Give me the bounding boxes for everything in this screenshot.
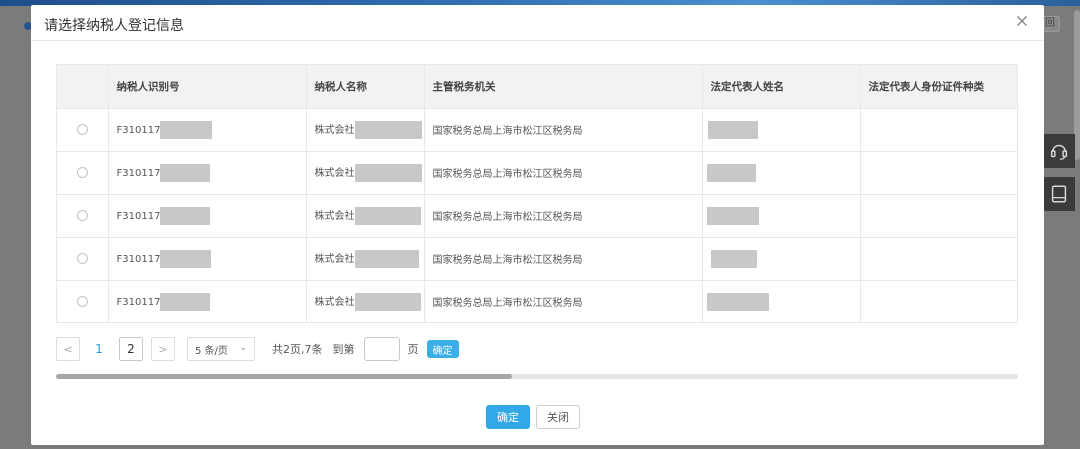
support-tool[interactable]: [1043, 134, 1075, 168]
row-radio[interactable]: [76, 209, 88, 221]
page-2[interactable]: 2: [119, 337, 143, 361]
legal-rep-cell: [702, 280, 861, 322]
tax-id-text: F310117: [116, 210, 161, 222]
name-text: 株式会社: [314, 167, 355, 179]
legal-rep-cell: [702, 237, 861, 281]
book-icon: [1051, 185, 1067, 203]
id-type-cell: [860, 280, 1017, 322]
page-size-value: 5 条/页: [195, 345, 228, 357]
table-row[interactable]: F310117 株式会社 国家税务总局上海市松江区税务局: [57, 151, 1017, 195]
row-radio[interactable]: [76, 123, 88, 135]
goto-label: 到第: [332, 343, 355, 356]
page-1[interactable]: 1: [87, 337, 111, 361]
table-row[interactable]: F310117 株式会社 国家税务总局上海市松江区税务局: [57, 194, 1017, 238]
authority-cell: 国家税务总局上海市松江区税务局: [424, 280, 703, 322]
name-cell: 株式会社: [306, 194, 425, 238]
legal-rep-cell: [702, 108, 861, 152]
table-row[interactable]: F310117 株式会社 国家税务总局上海市松江区税务局: [57, 108, 1017, 152]
chevron-down-icon: ⌄: [239, 343, 247, 353]
tax-id-cell: F310117: [108, 108, 307, 152]
goto-page-input[interactable]: [363, 337, 400, 361]
close-icon[interactable]: [1014, 13, 1030, 29]
tax-id-text: F310117: [116, 296, 161, 308]
confirm-button[interactable]: 确定: [486, 405, 530, 429]
redaction-mask: [710, 249, 757, 268]
redaction-mask: [354, 163, 422, 182]
tax-id-cell: F310117: [108, 280, 307, 322]
column-header-tax-id: 纳税人识别号: [108, 65, 307, 109]
id-type-cell: [860, 237, 1017, 281]
redaction-mask: [160, 120, 213, 139]
redaction-mask: [160, 206, 211, 225]
redaction-mask: [160, 249, 212, 268]
name-cell: 株式会社: [306, 151, 425, 195]
goto-confirm-button[interactable]: 确定: [426, 340, 459, 358]
id-type-cell: [860, 151, 1017, 195]
authority-cell: 国家税务总局上海市松江区税务局: [424, 194, 703, 238]
redaction-mask: [354, 249, 419, 268]
redaction-mask: [354, 120, 422, 139]
name-cell: 株式会社: [306, 237, 425, 281]
legal-rep-cell: [702, 151, 861, 195]
pagination-summary: 共2页,7条: [272, 343, 323, 356]
column-header-legal-rep: 法定代表人姓名: [702, 65, 861, 109]
table-horizontal-scrollbar[interactable]: [56, 374, 1018, 379]
tax-id-text: F310117: [116, 253, 161, 265]
table-row[interactable]: F310117 株式会社 国家税务总局上海市松江区税务局: [57, 280, 1017, 322]
row-select-cell[interactable]: [57, 237, 109, 281]
redaction-mask: [160, 163, 211, 182]
tax-id-text: F310117: [116, 167, 161, 179]
row-select-cell[interactable]: [57, 108, 109, 152]
page-size-select[interactable]: 5 条/页 ⌄: [187, 337, 255, 361]
name-cell: 株式会社: [306, 108, 425, 152]
row-select-cell[interactable]: [57, 280, 109, 322]
redaction-mask: [707, 120, 758, 139]
manual-tool[interactable]: [1043, 177, 1075, 211]
column-header-id-type: 法定代表人身份证件种类: [860, 65, 1017, 109]
row-select-cell[interactable]: [57, 194, 109, 238]
tax-id-cell: F310117: [108, 237, 307, 281]
legal-rep-cell: [702, 194, 861, 238]
authority-cell: 国家税务总局上海市松江区税务局: [424, 108, 703, 152]
name-text: 株式会社: [314, 253, 355, 265]
page-unit-label: 页: [407, 343, 419, 356]
redaction-mask: [354, 206, 421, 225]
row-select-cell[interactable]: [57, 151, 109, 195]
pagination: < 1 2 > 5 条/页 ⌄ 共2页,7条 到第 页 确定: [56, 337, 459, 361]
row-radio[interactable]: [76, 295, 88, 307]
table-header-row: 纳税人识别号 纳税人名称 主管税务机关 法定代表人姓名 法定代表人身份证件种类: [57, 65, 1017, 109]
name-text: 株式会社: [314, 210, 355, 222]
authority-cell: 国家税务总局上海市松江区税务局: [424, 151, 703, 195]
redaction-mask: [706, 206, 759, 225]
taxpayer-table: 纳税人识别号 纳税人名称 主管税务机关 法定代表人姓名 法定代表人身份证件种类 …: [56, 64, 1018, 323]
name-text: 株式会社: [314, 296, 355, 308]
name-cell: 株式会社: [306, 280, 425, 322]
tax-id-cell: F310117: [108, 194, 307, 238]
prev-page-button[interactable]: <: [56, 337, 80, 361]
column-header-authority: 主管税务机关: [424, 65, 703, 109]
redaction-mask: [160, 292, 211, 311]
dialog-header: 请选择纳税人登记信息: [31, 5, 1044, 41]
redaction-mask: [706, 292, 769, 311]
name-text: 株式会社: [314, 124, 355, 136]
tax-id-text: F310117: [116, 124, 161, 136]
row-radio[interactable]: [76, 252, 88, 264]
scrollbar-thumb[interactable]: [56, 374, 512, 379]
redaction-mask: [354, 292, 421, 311]
next-page-button[interactable]: >: [151, 337, 175, 361]
id-type-cell: [860, 194, 1017, 238]
id-type-cell: [860, 108, 1017, 152]
taxpayer-select-dialog: 请选择纳税人登记信息 纳税人识别号 纳税人名称 主管税务机关 法定代表人姓名 法…: [31, 5, 1044, 445]
column-header-name: 纳税人名称: [306, 65, 425, 109]
row-radio[interactable]: [76, 166, 88, 178]
headset-icon: [1050, 144, 1068, 160]
redaction-mask: [706, 163, 756, 182]
table-row[interactable]: F310117 株式会社 国家税务总局上海市松江区税务局: [57, 237, 1017, 281]
tax-id-cell: F310117: [108, 151, 307, 195]
dialog-title: 请选择纳税人登记信息: [44, 18, 184, 34]
dialog-footer: 确定 关闭: [486, 405, 580, 429]
close-button[interactable]: 关闭: [536, 405, 580, 429]
authority-cell: 国家税务总局上海市松江区税务局: [424, 237, 703, 281]
column-header-select: [57, 65, 109, 109]
